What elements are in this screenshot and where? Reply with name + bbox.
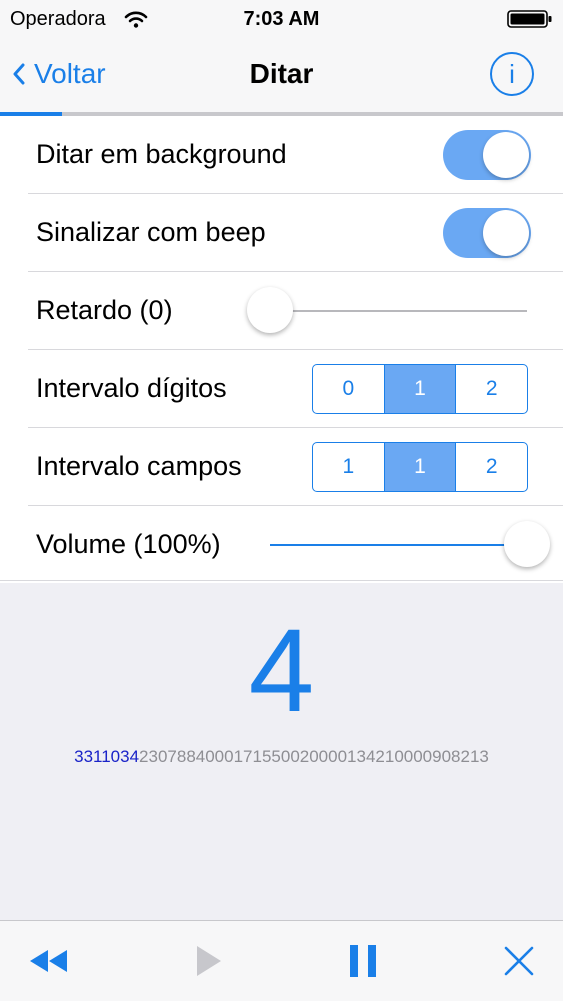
page-title: Ditar	[249, 58, 314, 89]
field-interval-segmented-control: 1 1 2	[312, 442, 528, 492]
beep-label: Sinalizar com beep	[36, 217, 266, 247]
volume-label: Volume (100%)	[36, 529, 221, 559]
setting-row-background: Ditar em background	[28, 116, 563, 194]
dictation-display: 4 33110342307884000171550020000134210000…	[0, 580, 563, 921]
background-toggle[interactable]	[443, 130, 531, 180]
pause-icon	[350, 945, 376, 977]
beep-toggle[interactable]	[443, 208, 531, 258]
close-button[interactable]	[494, 921, 544, 1001]
segment-option[interactable]: 1	[383, 443, 456, 491]
toggle-knob	[483, 210, 529, 256]
setting-row-field-interval: Intervalo campos 1 1 2	[28, 428, 563, 506]
segment-option[interactable]: 1	[313, 443, 384, 491]
sequence-done: 3311034	[74, 747, 140, 766]
setting-row-volume: Volume (100%)	[28, 506, 563, 583]
segment-option[interactable]: 0	[313, 365, 384, 413]
close-icon	[504, 946, 534, 976]
info-button[interactable]: i	[490, 52, 534, 96]
settings-list: Ditar em background Sinalizar com beep R…	[0, 116, 563, 583]
delay-label: Retardo (0)	[36, 295, 173, 325]
background-label: Ditar em background	[36, 139, 287, 169]
sequence-pending: 2307884000171550020000134210000908213	[139, 747, 489, 766]
status-bar: Operadora 7:03 AM	[0, 0, 563, 36]
segment-option[interactable]: 2	[455, 443, 527, 491]
status-time: 7:03 AM	[243, 8, 320, 30]
navigation-bar: Voltar Ditar i	[0, 36, 563, 114]
rewind-icon	[30, 950, 67, 972]
slider-fill	[270, 544, 527, 546]
setting-row-digit-interval: Intervalo dígitos 0 1 2	[28, 350, 563, 428]
pause-button[interactable]	[338, 921, 388, 1001]
slider-thumb[interactable]	[504, 521, 550, 567]
battery-full-icon	[507, 10, 553, 33]
digit-interval-label: Intervalo dígitos	[36, 373, 227, 403]
play-button[interactable]	[184, 921, 234, 1001]
digit-sequence: 3311034230788400017155002000013421000090…	[0, 747, 563, 767]
segment-option[interactable]: 2	[455, 365, 527, 413]
playback-toolbar	[0, 920, 563, 1001]
field-interval-label: Intervalo campos	[36, 451, 242, 481]
current-digit: 4	[248, 605, 315, 737]
play-icon	[197, 946, 221, 976]
rewind-button[interactable]	[20, 921, 76, 1001]
delay-slider[interactable]	[247, 287, 527, 333]
setting-row-delay: Retardo (0)	[28, 272, 563, 350]
slider-thumb[interactable]	[247, 287, 293, 333]
toggle-knob	[483, 132, 529, 178]
volume-slider[interactable]	[270, 521, 550, 567]
setting-row-beep: Sinalizar com beep	[28, 194, 563, 272]
digit-interval-segmented-control: 0 1 2	[312, 364, 528, 414]
segment-option[interactable]: 1	[383, 365, 456, 413]
